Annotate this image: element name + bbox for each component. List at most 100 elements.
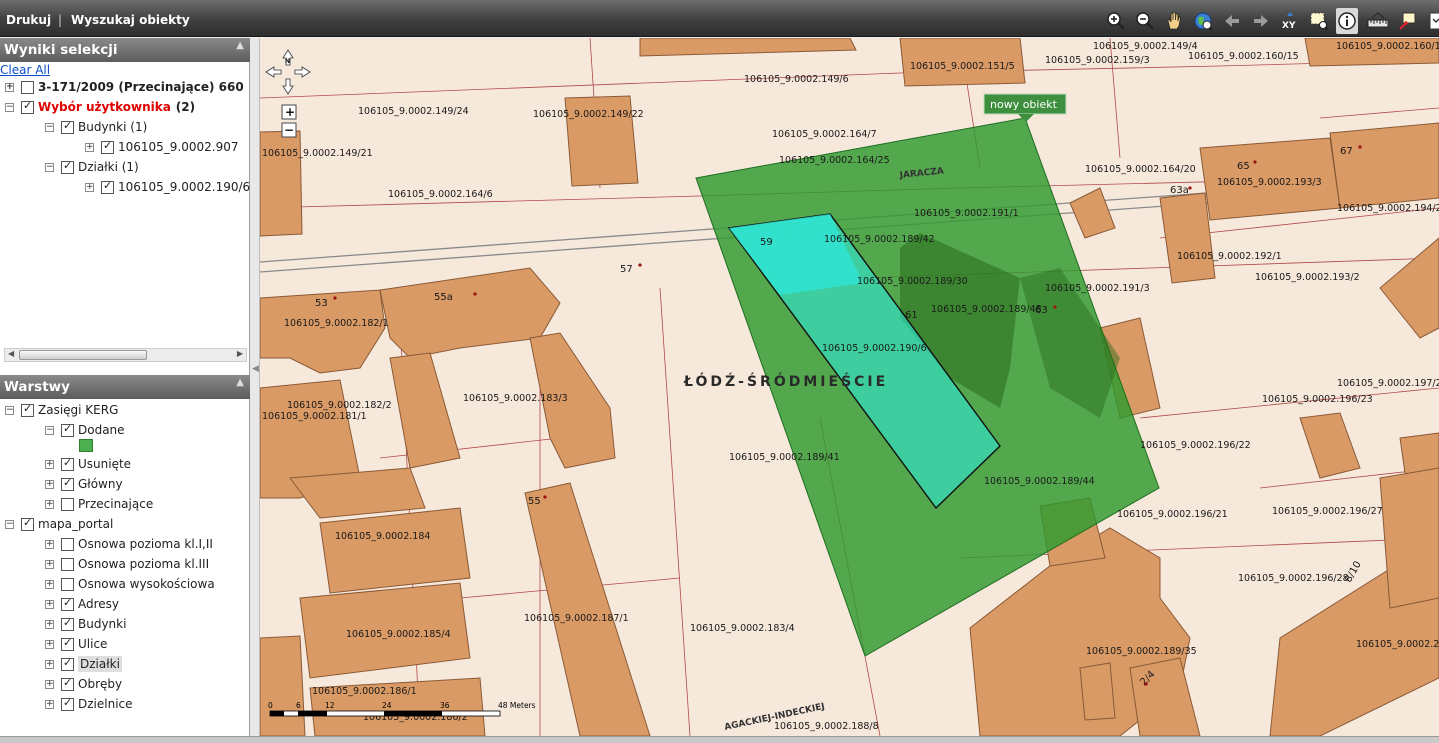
- zoom-in-button[interactable]: +: [281, 104, 297, 120]
- next-extent-arrow-icon[interactable]: [1250, 10, 1272, 32]
- zoom-out-button[interactable]: −: [281, 122, 297, 138]
- hyperlink-icon[interactable]: [1396, 10, 1418, 32]
- previous-extent-arrow-icon[interactable]: [1221, 10, 1243, 32]
- checkbox[interactable]: [101, 179, 114, 194]
- layer-osnowa-wysokosciowa[interactable]: + Osnowa wysokościowa: [45, 574, 215, 594]
- expand-icon[interactable]: +: [45, 579, 54, 589]
- checkbox[interactable]: [21, 402, 34, 417]
- expand-icon[interactable]: +: [45, 599, 54, 609]
- expand-icon[interactable]: +: [45, 619, 54, 629]
- checkbox[interactable]: [61, 422, 74, 437]
- selection-item-budynki[interactable]: − Budynki (1): [45, 117, 147, 137]
- address-label: 63a: [1170, 185, 1189, 196]
- layer-glowny[interactable]: + Główny: [45, 474, 123, 494]
- selection-results-header[interactable]: Wyniki selekcji ▲: [0, 38, 250, 62]
- layer-przecinajace[interactable]: + Przecinające: [45, 494, 153, 514]
- layer-label: Adresy: [78, 597, 120, 611]
- checkbox[interactable]: [61, 159, 74, 174]
- horizontal-scrollbar[interactable]: ◀ ▶: [4, 348, 247, 362]
- map-view[interactable]: nowy obiekt ŁÓDŹ-ŚRÓDMIEŚCIE JARACZA AGA…: [260, 38, 1439, 736]
- selection-item-przecinajace[interactable]: + 3-171/2009 (Przecinające) 660: [5, 77, 244, 97]
- checkbox[interactable]: [61, 497, 74, 511]
- expand-icon[interactable]: +: [45, 539, 54, 549]
- scroll-right-icon[interactable]: ▶: [237, 349, 243, 358]
- layer-budynki[interactable]: + Budynki: [45, 614, 126, 634]
- svg-text:36: 36: [440, 701, 450, 710]
- checkbox[interactable]: [61, 596, 74, 611]
- checkbox[interactable]: [21, 99, 34, 114]
- expand-icon[interactable]: +: [45, 479, 54, 489]
- print-button[interactable]: Drukuj: [6, 13, 51, 27]
- layer-ulice[interactable]: + Ulice: [45, 634, 107, 654]
- selection-item-parcel-190-6[interactable]: + 106105_9.0002.190/6: [85, 177, 250, 197]
- checkbox[interactable]: [61, 557, 74, 571]
- collapse-icon[interactable]: −: [45, 162, 54, 172]
- collapse-icon[interactable]: −: [5, 519, 14, 529]
- collapse-arrow-icon[interactable]: ▲: [236, 40, 244, 51]
- layer-dzialki[interactable]: + Działki: [45, 654, 122, 674]
- svg-text:106105_9.0002.181/1: 106105_9.0002.181/1: [262, 411, 367, 422]
- checkbox[interactable]: [61, 636, 74, 651]
- zoom-out-icon[interactable]: [1134, 10, 1156, 32]
- checkbox[interactable]: [61, 676, 74, 691]
- expand-icon[interactable]: +: [45, 559, 54, 569]
- expand-icon[interactable]: +: [45, 699, 54, 709]
- expand-icon[interactable]: +: [5, 82, 14, 92]
- selection-item-building-907[interactable]: + 106105_9.0002.907: [85, 137, 239, 157]
- checkbox[interactable]: [61, 119, 74, 134]
- checkbox[interactable]: [61, 656, 74, 671]
- expand-icon[interactable]: +: [45, 679, 54, 689]
- expand-icon[interactable]: +: [45, 659, 54, 669]
- full-extent-globe-icon[interactable]: [1192, 10, 1214, 32]
- collapse-icon[interactable]: −: [45, 122, 54, 132]
- map-canvas[interactable]: nowy obiekt ŁÓDŹ-ŚRÓDMIEŚCIE JARACZA AGA…: [260, 38, 1439, 736]
- pan-south-icon: [282, 78, 294, 95]
- expand-icon[interactable]: +: [45, 459, 54, 469]
- clear-all-link[interactable]: Clear All: [0, 63, 50, 77]
- collapse-arrow-icon[interactable]: ▲: [236, 377, 244, 388]
- scroll-left-icon[interactable]: ◀: [8, 349, 14, 358]
- splitter-grip-icon[interactable]: ◀: [252, 364, 259, 374]
- layer-osnowa-pozioma-3[interactable]: + Osnowa pozioma kl.III: [45, 554, 209, 574]
- collapse-icon[interactable]: −: [5, 102, 14, 112]
- xy-coordinates-icon[interactable]: XY: [1279, 10, 1301, 32]
- layer-dzielnice[interactable]: + Dzielnice: [45, 694, 133, 714]
- identify-info-icon[interactable]: [1336, 8, 1358, 34]
- selection-item-wybor-uzytkownika[interactable]: − Wybór użytkownika (2): [5, 97, 195, 117]
- checkbox[interactable]: [21, 80, 34, 94]
- layer-mapa-portal[interactable]: − mapa_portal: [5, 514, 113, 534]
- layer-dodane[interactable]: − Dodane: [45, 420, 125, 440]
- checkbox[interactable]: [61, 577, 74, 591]
- layer-osnowa-pozioma-1-2[interactable]: + Osnowa pozioma kl.I,II: [45, 534, 213, 554]
- checkbox[interactable]: [61, 616, 74, 631]
- layer-obreby[interactable]: + Obręby: [45, 674, 122, 694]
- svg-text:106105_9.0002.160/1: 106105_9.0002.160/1: [1336, 41, 1439, 52]
- search-objects-button[interactable]: Wyszukaj obiekty: [71, 13, 190, 27]
- checkbox[interactable]: [61, 476, 74, 491]
- layers-header[interactable]: Warstwy ▲: [0, 375, 250, 399]
- pan-hand-icon[interactable]: [1163, 10, 1185, 32]
- checkbox[interactable]: [61, 696, 74, 711]
- selection-item-dzialki[interactable]: − Działki (1): [45, 157, 139, 177]
- checkbox[interactable]: [61, 456, 74, 471]
- expand-icon[interactable]: +: [85, 182, 94, 192]
- measure-ruler-icon[interactable]: [1367, 10, 1389, 32]
- scrollbar-thumb[interactable]: [19, 350, 147, 360]
- expand-icon[interactable]: +: [45, 499, 54, 509]
- expand-icon[interactable]: +: [45, 639, 54, 649]
- pan-control[interactable]: N: [265, 49, 311, 95]
- expand-icon[interactable]: +: [85, 142, 94, 152]
- tools-menu-icon[interactable]: [1425, 10, 1439, 32]
- checkbox[interactable]: [61, 537, 74, 551]
- checkbox[interactable]: [101, 139, 114, 154]
- layer-adresy[interactable]: + Adresy: [45, 594, 119, 614]
- panel-splitter[interactable]: ◀: [250, 38, 260, 736]
- zoom-in-icon[interactable]: [1105, 10, 1127, 32]
- checkbox[interactable]: [21, 516, 34, 531]
- layer-zasiegi-kerg[interactable]: − Zasięgi KERG: [5, 400, 118, 420]
- svg-text:106105_9.0002.196/21: 106105_9.0002.196/21: [1117, 509, 1228, 520]
- collapse-icon[interactable]: −: [45, 425, 54, 435]
- layer-usuniete[interactable]: + Usunięte: [45, 454, 131, 474]
- collapse-icon[interactable]: −: [5, 405, 14, 415]
- select-features-icon[interactable]: [1308, 10, 1330, 32]
